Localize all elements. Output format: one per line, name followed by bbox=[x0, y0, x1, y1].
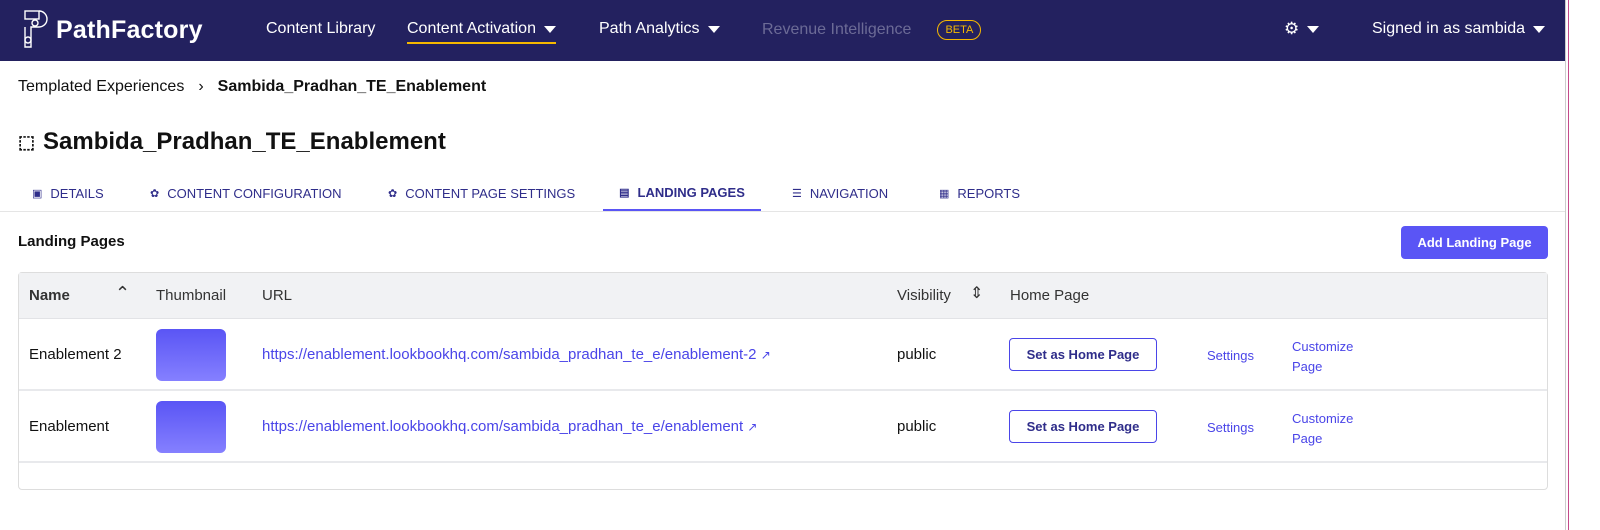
palette-icon: ✿ bbox=[150, 188, 160, 200]
external-link-icon: ↗ bbox=[760, 348, 771, 362]
header-url: URL bbox=[262, 287, 293, 304]
add-landing-page-button[interactable]: Add Landing Page bbox=[1401, 226, 1548, 259]
tab-label: LANDING PAGES bbox=[637, 185, 745, 200]
pathfactory-logo-icon bbox=[24, 10, 48, 48]
caret-down-icon bbox=[1307, 25, 1320, 33]
set-home-page-button[interactable]: Set as Home Page bbox=[1009, 410, 1157, 443]
customize-page-link[interactable]: Customize Page bbox=[1292, 409, 1353, 449]
image-icon: ▣ bbox=[32, 188, 43, 200]
templated-experience-icon: ⬚ bbox=[18, 131, 36, 152]
scrollbar-track[interactable] bbox=[1565, 0, 1566, 530]
nav-path-analytics[interactable]: Path Analytics bbox=[599, 20, 720, 38]
header-name[interactable]: Name bbox=[29, 287, 70, 304]
row-name: Enablement 2 bbox=[29, 346, 122, 363]
link-line: Page bbox=[1292, 359, 1323, 374]
section-title: Landing Pages bbox=[18, 233, 125, 250]
tab-bar: ▣ DETAILS ✿ CONTENT CONFIGURATION ✿ CONTENT… bbox=[0, 178, 1565, 212]
link-line: Customize bbox=[1292, 339, 1354, 354]
palette-icon: ✿ bbox=[388, 188, 398, 200]
tab-details[interactable]: ▣ DETAILS bbox=[32, 184, 104, 211]
breadcrumb: Templated Experiences › Sambida_Pradhan_… bbox=[18, 78, 486, 96]
row-visibility: public bbox=[897, 346, 937, 363]
nav-revenue-intelligence[interactable]: Revenue Intelligence BETA bbox=[762, 20, 982, 40]
set-home-page-button[interactable]: Set as Home Page bbox=[1009, 338, 1157, 371]
tab-label: REPORTS bbox=[957, 186, 1021, 201]
header-thumbnail: Thumbnail bbox=[156, 287, 227, 304]
menu-icon: ☰ bbox=[792, 188, 802, 200]
thumbnail-image bbox=[156, 401, 226, 453]
brand-logo[interactable]: PathFactory bbox=[24, 10, 203, 50]
tab-reports[interactable]: ▦ REPORTS bbox=[939, 184, 1020, 211]
header-home-page: Home Page bbox=[1010, 287, 1090, 304]
beta-badge: BETA bbox=[937, 20, 982, 40]
tab-label: NAVIGATION bbox=[809, 186, 889, 201]
nav-label: Content Activation bbox=[407, 20, 536, 37]
tab-label: DETAILS bbox=[50, 186, 104, 201]
link-line: Page bbox=[1292, 431, 1323, 446]
landing-pages-table: Name ⌃ Thumbnail URL Visibility ⇕ Home P… bbox=[18, 272, 1548, 490]
window-edge bbox=[1568, 0, 1569, 530]
nav-content-activation[interactable]: Content Activation bbox=[407, 20, 556, 44]
tab-content-configuration[interactable]: ✿ CONTENT CONFIGURATION bbox=[150, 184, 342, 211]
user-label: Signed in as sambida bbox=[1372, 20, 1525, 37]
table-row: Enablement 2 https://enablement.lookbook… bbox=[19, 319, 1547, 391]
caret-down-icon bbox=[543, 25, 556, 33]
user-menu[interactable]: Signed in as sambida bbox=[1372, 20, 1545, 38]
sort-ascending-icon[interactable]: ⌃ bbox=[115, 283, 130, 304]
top-nav: PathFactory Content Library Content Acti… bbox=[0, 0, 1565, 61]
page-title-text: Sambida_Pradhan_TE_Enablement bbox=[43, 128, 446, 155]
settings-link[interactable]: Settings bbox=[1207, 348, 1254, 363]
table-row: Enablement https://enablement.lookbookhq… bbox=[19, 391, 1547, 463]
tab-label: CONTENT CONFIGURATION bbox=[167, 186, 342, 201]
nav-label: Content Library bbox=[266, 20, 376, 37]
row-name: Enablement bbox=[29, 418, 110, 435]
nav-label: Path Analytics bbox=[599, 20, 700, 37]
link-line: Customize bbox=[1292, 411, 1354, 426]
url-text: https://enablement.lookbookhq.com/sambid… bbox=[262, 418, 744, 435]
tab-navigation[interactable]: ☰ NAVIGATION bbox=[792, 184, 888, 211]
header-visibility[interactable]: Visibility bbox=[897, 287, 951, 304]
page-title: ⬚ Sambida_Pradhan_TE_Enablement bbox=[18, 128, 446, 156]
row-visibility: public bbox=[897, 418, 937, 435]
caret-down-icon bbox=[1532, 25, 1545, 33]
url-text: https://enablement.lookbookhq.com/sambid… bbox=[262, 346, 757, 363]
document-icon: ▤ bbox=[619, 187, 630, 199]
sort-icon[interactable]: ⇕ bbox=[970, 283, 983, 303]
chevron-right-icon: › bbox=[198, 78, 204, 95]
external-link-icon: ↗ bbox=[747, 420, 758, 434]
tab-label: CONTENT PAGE SETTINGS bbox=[405, 186, 576, 201]
caret-down-icon bbox=[707, 25, 720, 33]
table-header: Name ⌃ Thumbnail URL Visibility ⇕ Home P… bbox=[19, 273, 1547, 319]
report-icon: ▦ bbox=[939, 188, 950, 200]
breadcrumb-parent[interactable]: Templated Experiences bbox=[18, 78, 184, 96]
tab-content-page-settings[interactable]: ✿ CONTENT PAGE SETTINGS bbox=[388, 184, 575, 211]
nav-label: Revenue Intelligence bbox=[762, 21, 912, 38]
row-url-link[interactable]: https://enablement.lookbookhq.com/sambid… bbox=[262, 346, 771, 363]
settings-menu[interactable]: ⚙ bbox=[1284, 19, 1320, 39]
breadcrumb-current: Sambida_Pradhan_TE_Enablement bbox=[217, 78, 487, 95]
row-url-link[interactable]: https://enablement.lookbookhq.com/sambid… bbox=[262, 418, 757, 435]
tab-landing-pages[interactable]: ▤ LANDING PAGES bbox=[603, 184, 761, 211]
gear-icon: ⚙ bbox=[1284, 19, 1300, 38]
settings-link[interactable]: Settings bbox=[1207, 420, 1254, 435]
thumbnail-image bbox=[156, 329, 226, 381]
customize-page-link[interactable]: Customize Page bbox=[1292, 337, 1353, 377]
nav-content-library[interactable]: Content Library bbox=[266, 20, 375, 38]
brand-name: PathFactory bbox=[56, 15, 203, 44]
